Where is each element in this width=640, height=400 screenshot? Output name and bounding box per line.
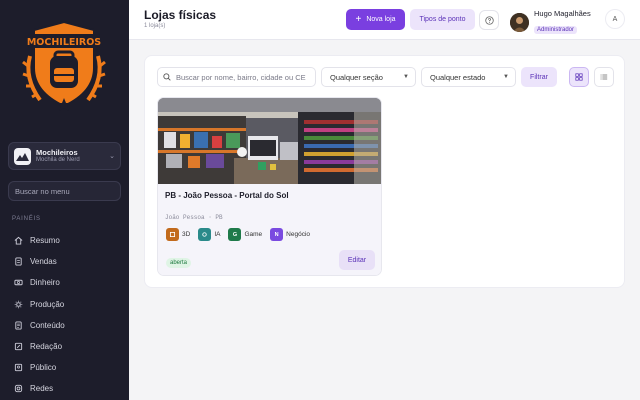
tag-ia: IA (198, 228, 220, 241)
sidebar-item-vendas[interactable]: Vendas (8, 251, 121, 272)
game-icon: G (228, 228, 242, 241)
tag-label: Negócio (286, 231, 311, 238)
help-icon (484, 15, 494, 25)
logo-text: MOCHILEIROS (27, 37, 101, 48)
sidebar-item-label: Vendas (30, 257, 57, 267)
state-select[interactable]: Qualquer estado ▼ (421, 67, 516, 87)
avatar (510, 13, 529, 32)
store-search[interactable] (157, 67, 316, 87)
sidebar-item-redacao[interactable]: Redação (8, 336, 121, 357)
edit-store-button[interactable]: Editar (339, 250, 375, 270)
content-icon (15, 321, 22, 330)
menu-search-input[interactable] (8, 181, 121, 201)
ai-icon (198, 228, 212, 241)
grid-view-button[interactable] (569, 67, 589, 87)
organization-avatar (14, 147, 31, 165)
sidebar-item-label: Resumo (30, 236, 60, 246)
sidebar-item-label: Redes (30, 384, 54, 394)
sidebar-item-label: Conteúdo (30, 320, 65, 330)
tag-negocio: N Negócio (270, 228, 310, 241)
new-store-label: Nova loja (366, 16, 396, 23)
stores-panel: Qualquer seção ▼ Qualquer estado ▼ Filtr… (144, 55, 625, 288)
tag-game: G Game (228, 228, 262, 241)
user-name: Hugo Magalhães (534, 9, 591, 18)
sidebar-item-dinheiro[interactable]: Dinheiro (8, 272, 121, 293)
list-icon (600, 74, 608, 80)
money-icon (14, 280, 23, 286)
sidebar-item-conteudo[interactable]: Conteúdo (8, 315, 121, 336)
sidebar-item-producao[interactable]: Produção (8, 294, 121, 315)
section-select-value: Qualquer seção (330, 72, 383, 82)
page-title: Lojas físicas (144, 8, 217, 22)
sidebar-nav: Resumo Vendas Dinheiro Produção Conteúdo… (8, 230, 121, 400)
plus-icon: + (355, 13, 362, 25)
store-search-input[interactable] (176, 72, 306, 82)
home-icon (14, 236, 23, 245)
store-location: João Pessoa · PB (165, 214, 223, 221)
section-label: PAINÉIS (12, 216, 41, 222)
settings-icon (14, 300, 23, 308)
grid-icon (575, 73, 583, 81)
section-select[interactable]: Qualquer seção ▼ (321, 67, 416, 87)
business-icon: N (270, 228, 284, 241)
organization-subtitle: Mochila de Nerd (36, 156, 80, 163)
edit-icon (14, 342, 23, 351)
store-title: PB - João Pessoa - Portal do Sol (165, 191, 289, 200)
sidebar-item-label: Público (30, 363, 57, 373)
store-tags: 3D IA G Game N Negócio (166, 228, 318, 241)
document-icon (15, 257, 22, 266)
chevron-down-icon: ⌄ (109, 153, 115, 160)
sidebar: MOCHILEIROS Mochileiros Mochila de Nerd … (0, 0, 129, 400)
store-photo (158, 98, 381, 184)
search-icon (163, 73, 171, 81)
page-header: Lojas físicas 1 loja(s) + Nova loja Tipo… (129, 0, 640, 40)
status-badge: aberta (166, 258, 192, 268)
tag-3d: 3D (166, 228, 190, 241)
mochileiros-logo[interactable]: MOCHILEIROS (20, 16, 108, 116)
chevron-down-icon: ▼ (403, 74, 409, 80)
user-menu-button[interactable]: A (605, 9, 625, 29)
sidebar-item-publico[interactable]: Público (8, 357, 121, 378)
cube-icon (166, 228, 179, 241)
user-role-badge: Administrador (534, 26, 578, 34)
filter-button[interactable]: Filtrar (521, 67, 557, 87)
sidebar-item-resumo[interactable]: Resumo (8, 230, 121, 251)
mountain-icon (16, 152, 29, 161)
help-button[interactable] (479, 10, 499, 30)
sidebar-item-redes[interactable]: Redes (8, 378, 121, 399)
state-select-value: Qualquer estado (430, 72, 486, 82)
chevron-down-icon: ▼ (503, 74, 509, 80)
user-profile[interactable]: Hugo Magalhães Administrador (510, 9, 591, 36)
new-store-button[interactable]: + Nova loja (346, 9, 405, 30)
users-icon (14, 364, 23, 372)
organization-switcher[interactable]: Mochileiros Mochila de Nerd ⌄ (8, 142, 121, 170)
tag-label: Game (244, 231, 263, 238)
point-types-button[interactable]: Tipos de ponto (410, 9, 475, 30)
list-view-button[interactable] (594, 67, 614, 87)
sidebar-item-label: Dinheiro (30, 278, 60, 288)
sidebar-item-label: Redação (30, 342, 63, 352)
sidebar-item-label: Produção (30, 299, 65, 309)
store-count: 1 loja(s) (144, 23, 166, 29)
tag-label: 3D (182, 231, 191, 238)
tag-label: IA (214, 231, 221, 238)
instagram-icon (14, 385, 23, 393)
store-card-body: PB - João Pessoa - Portal do Sol João Pe… (158, 184, 381, 275)
organization-name: Mochileiros (36, 148, 78, 157)
store-card[interactable]: PB - João Pessoa - Portal do Sol João Pe… (157, 97, 382, 276)
